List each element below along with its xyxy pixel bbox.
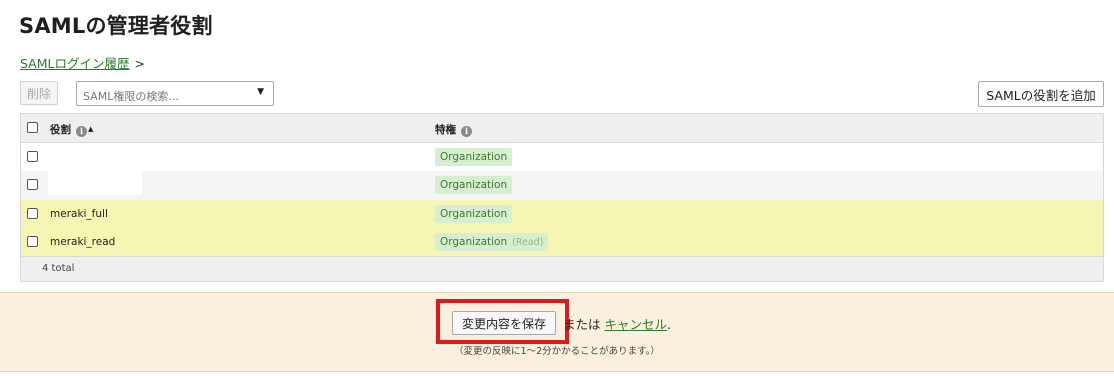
select-all-checkbox[interactable] — [27, 122, 38, 133]
table-footer: 4 total — [21, 256, 1103, 281]
table-header: 役割 i ▲ 特権 i — [21, 114, 1103, 143]
chevron-down-icon: ▼ — [257, 87, 264, 97]
table-row[interactable]: meraki_read Organization (Read) — [21, 228, 1103, 256]
saml-role-search-select[interactable]: SAML権限の検索... ▼ — [76, 81, 274, 106]
breadcrumb-saml-login-history-link[interactable]: SAMLログイン履歴 — [20, 56, 129, 71]
total-count: 4 total — [42, 263, 75, 274]
saml-roles-table: 役割 i ▲ 特権 i Organization Organization merak… — [20, 113, 1104, 282]
row-checkbox[interactable] — [27, 179, 38, 190]
row-checkbox[interactable] — [27, 236, 38, 247]
info-icon[interactable]: i — [76, 126, 87, 137]
search-placeholder: SAML権限の検索... — [83, 90, 179, 103]
role-header-label: 役割 — [50, 124, 71, 136]
save-changes-button[interactable]: 変更内容を保存 — [452, 311, 556, 335]
breadcrumb: SAMLログイン履歴 > — [20, 53, 145, 72]
privilege-badge: Organization — [435, 148, 513, 166]
row-checkbox[interactable] — [27, 208, 38, 219]
or-cancel-text: または キャンセル. — [563, 317, 672, 332]
info-icon[interactable]: i — [461, 126, 472, 137]
role-name: meraki_read — [50, 236, 116, 248]
save-note: （変更の反映に1〜2分かかることがあります。） — [454, 346, 660, 357]
table-row[interactable]: Organization — [21, 171, 1103, 200]
privilege-badge: Organization (Read) — [435, 233, 549, 251]
role-name: meraki_full — [50, 208, 108, 220]
privilege-badge: Organization — [435, 205, 513, 223]
toolbar: 削除 SAML権限の検索... ▼ SAMLの役割を追加 — [20, 81, 1104, 107]
redacted-role-name — [48, 171, 142, 195]
table-row[interactable]: Organization — [21, 143, 1103, 171]
cancel-link[interactable]: キャンセル — [605, 317, 668, 332]
delete-button[interactable]: 削除 — [20, 81, 58, 105]
role-column-header[interactable]: 役割 i ▲ — [50, 122, 93, 137]
page-title: SAMLの管理者役割 — [19, 14, 213, 38]
breadcrumb-separator: > — [134, 56, 145, 71]
save-bar: 変更内容を保存 または キャンセル. （変更の反映に1〜2分かかることがあります。… — [0, 292, 1114, 372]
privilege-header-label: 特権 — [435, 124, 456, 136]
read-only-label: (Read) — [512, 237, 544, 248]
privilege-badge: Organization — [435, 176, 513, 194]
table-row[interactable]: meraki_full Organization — [21, 200, 1103, 228]
sort-ascending-icon: ▲ — [88, 125, 94, 133]
add-saml-role-button[interactable]: SAMLの役割を追加 — [978, 81, 1104, 107]
privilege-column-header: 特権 i — [435, 122, 472, 137]
row-checkbox[interactable] — [27, 151, 38, 162]
